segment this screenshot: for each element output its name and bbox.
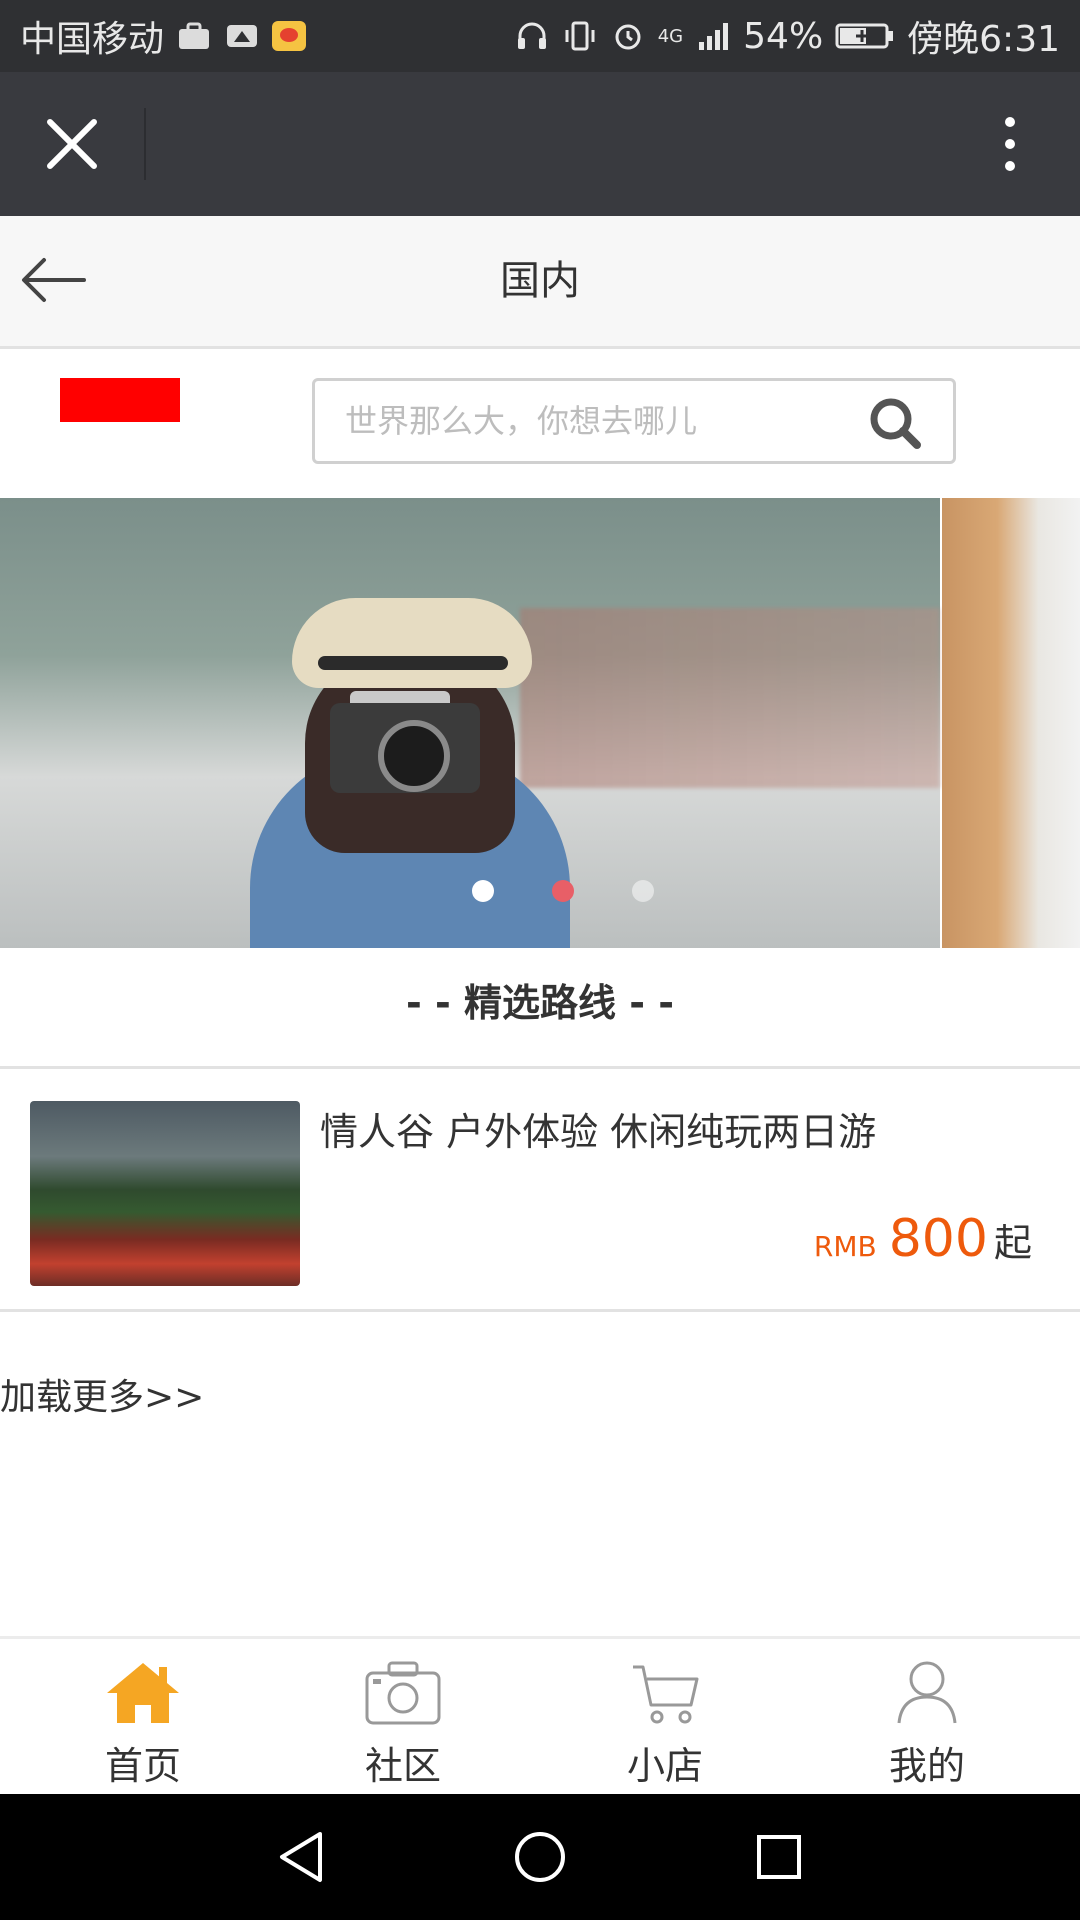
banner-carousel[interactable] xyxy=(0,498,1080,948)
route-title[interactable]: 情人谷 户外体验 休闲纯玩两日游 xyxy=(320,1101,876,1156)
tab-label: 社区 xyxy=(364,1744,441,1788)
recents-square-icon[interactable] xyxy=(746,1824,812,1890)
arrow-left-icon[interactable] xyxy=(18,250,90,310)
route-thumbnail[interactable] xyxy=(30,1101,300,1286)
banner-bg-rail xyxy=(520,608,940,788)
banner-slide-next[interactable] xyxy=(942,498,1080,948)
close-icon[interactable] xyxy=(40,112,104,176)
vibrate-icon xyxy=(565,21,595,51)
bottom-tab-bar: 首页 社区 小店 我的 xyxy=(0,1636,1080,1797)
status-bar: 中国移动 4G 54% 傍晚6:31 xyxy=(0,0,1080,72)
cart-icon xyxy=(633,1665,699,1724)
tab-shop[interactable]: 小店 xyxy=(530,1639,800,1797)
tab-label: 小店 xyxy=(626,1744,703,1788)
system-navigation-bar xyxy=(0,1794,1080,1920)
tab-community[interactable]: 社区 xyxy=(268,1639,538,1797)
tab-home[interactable]: 首页 xyxy=(8,1639,278,1797)
price-currency: RMB xyxy=(813,1230,877,1263)
carrier-label: 中国移动 xyxy=(20,19,165,60)
weibo-icon xyxy=(272,21,307,51)
carousel-dot-3[interactable] xyxy=(632,880,654,902)
banner-figure-hatband xyxy=(318,656,508,670)
route-list-item[interactable]: 情人谷 户外体验 休闲纯玩两日游 RMB 800 起 xyxy=(0,1069,1080,1309)
home-circle-icon[interactable] xyxy=(507,1824,573,1890)
webview-toolbar xyxy=(0,72,1080,216)
tab-profile[interactable]: 我的 xyxy=(792,1639,1062,1797)
search-input[interactable]: 世界那么大，你想去哪儿 xyxy=(312,378,956,464)
banner-figure-hat xyxy=(292,598,532,688)
search-placeholder: 世界那么大，你想去哪儿 xyxy=(345,402,698,440)
carousel-dot-1[interactable] xyxy=(472,880,494,902)
huawei-icon xyxy=(227,25,258,47)
clock: 傍晚6:31 xyxy=(907,19,1060,60)
signal-icon xyxy=(699,23,729,50)
page-title: 国内 xyxy=(500,258,580,304)
user-icon xyxy=(897,1661,957,1724)
divider xyxy=(0,1309,1080,1312)
network-label: 4G xyxy=(657,25,684,47)
tab-label: 我的 xyxy=(888,1744,965,1788)
app-header: 国内 xyxy=(0,216,1080,349)
briefcase-icon xyxy=(179,22,210,49)
headphones-icon xyxy=(517,22,546,49)
battery-charging-icon xyxy=(835,23,894,49)
more-vertical-icon[interactable] xyxy=(990,112,1030,176)
price-amount: 800 xyxy=(888,1209,988,1269)
camera-icon xyxy=(365,1661,441,1725)
section-title: - - 精选路线 - - xyxy=(405,981,674,1025)
banner-camera-lens xyxy=(378,720,450,792)
alarm-icon xyxy=(615,24,641,50)
tab-label: 首页 xyxy=(104,1744,181,1788)
home-icon xyxy=(107,1663,179,1723)
route-price: RMB 800 起 xyxy=(814,1209,1032,1269)
toolbar-divider xyxy=(144,108,146,180)
price-suffix: 起 xyxy=(993,1221,1032,1265)
search-icon[interactable] xyxy=(867,395,923,451)
banner-slide-photographer[interactable] xyxy=(0,498,940,948)
back-triangle-icon[interactable] xyxy=(268,1824,334,1890)
carousel-dot-2-active[interactable] xyxy=(552,880,574,902)
load-more-link[interactable]: 加载更多>> xyxy=(0,1368,204,1420)
logo xyxy=(60,378,180,422)
battery-percent: 54% xyxy=(743,15,824,57)
